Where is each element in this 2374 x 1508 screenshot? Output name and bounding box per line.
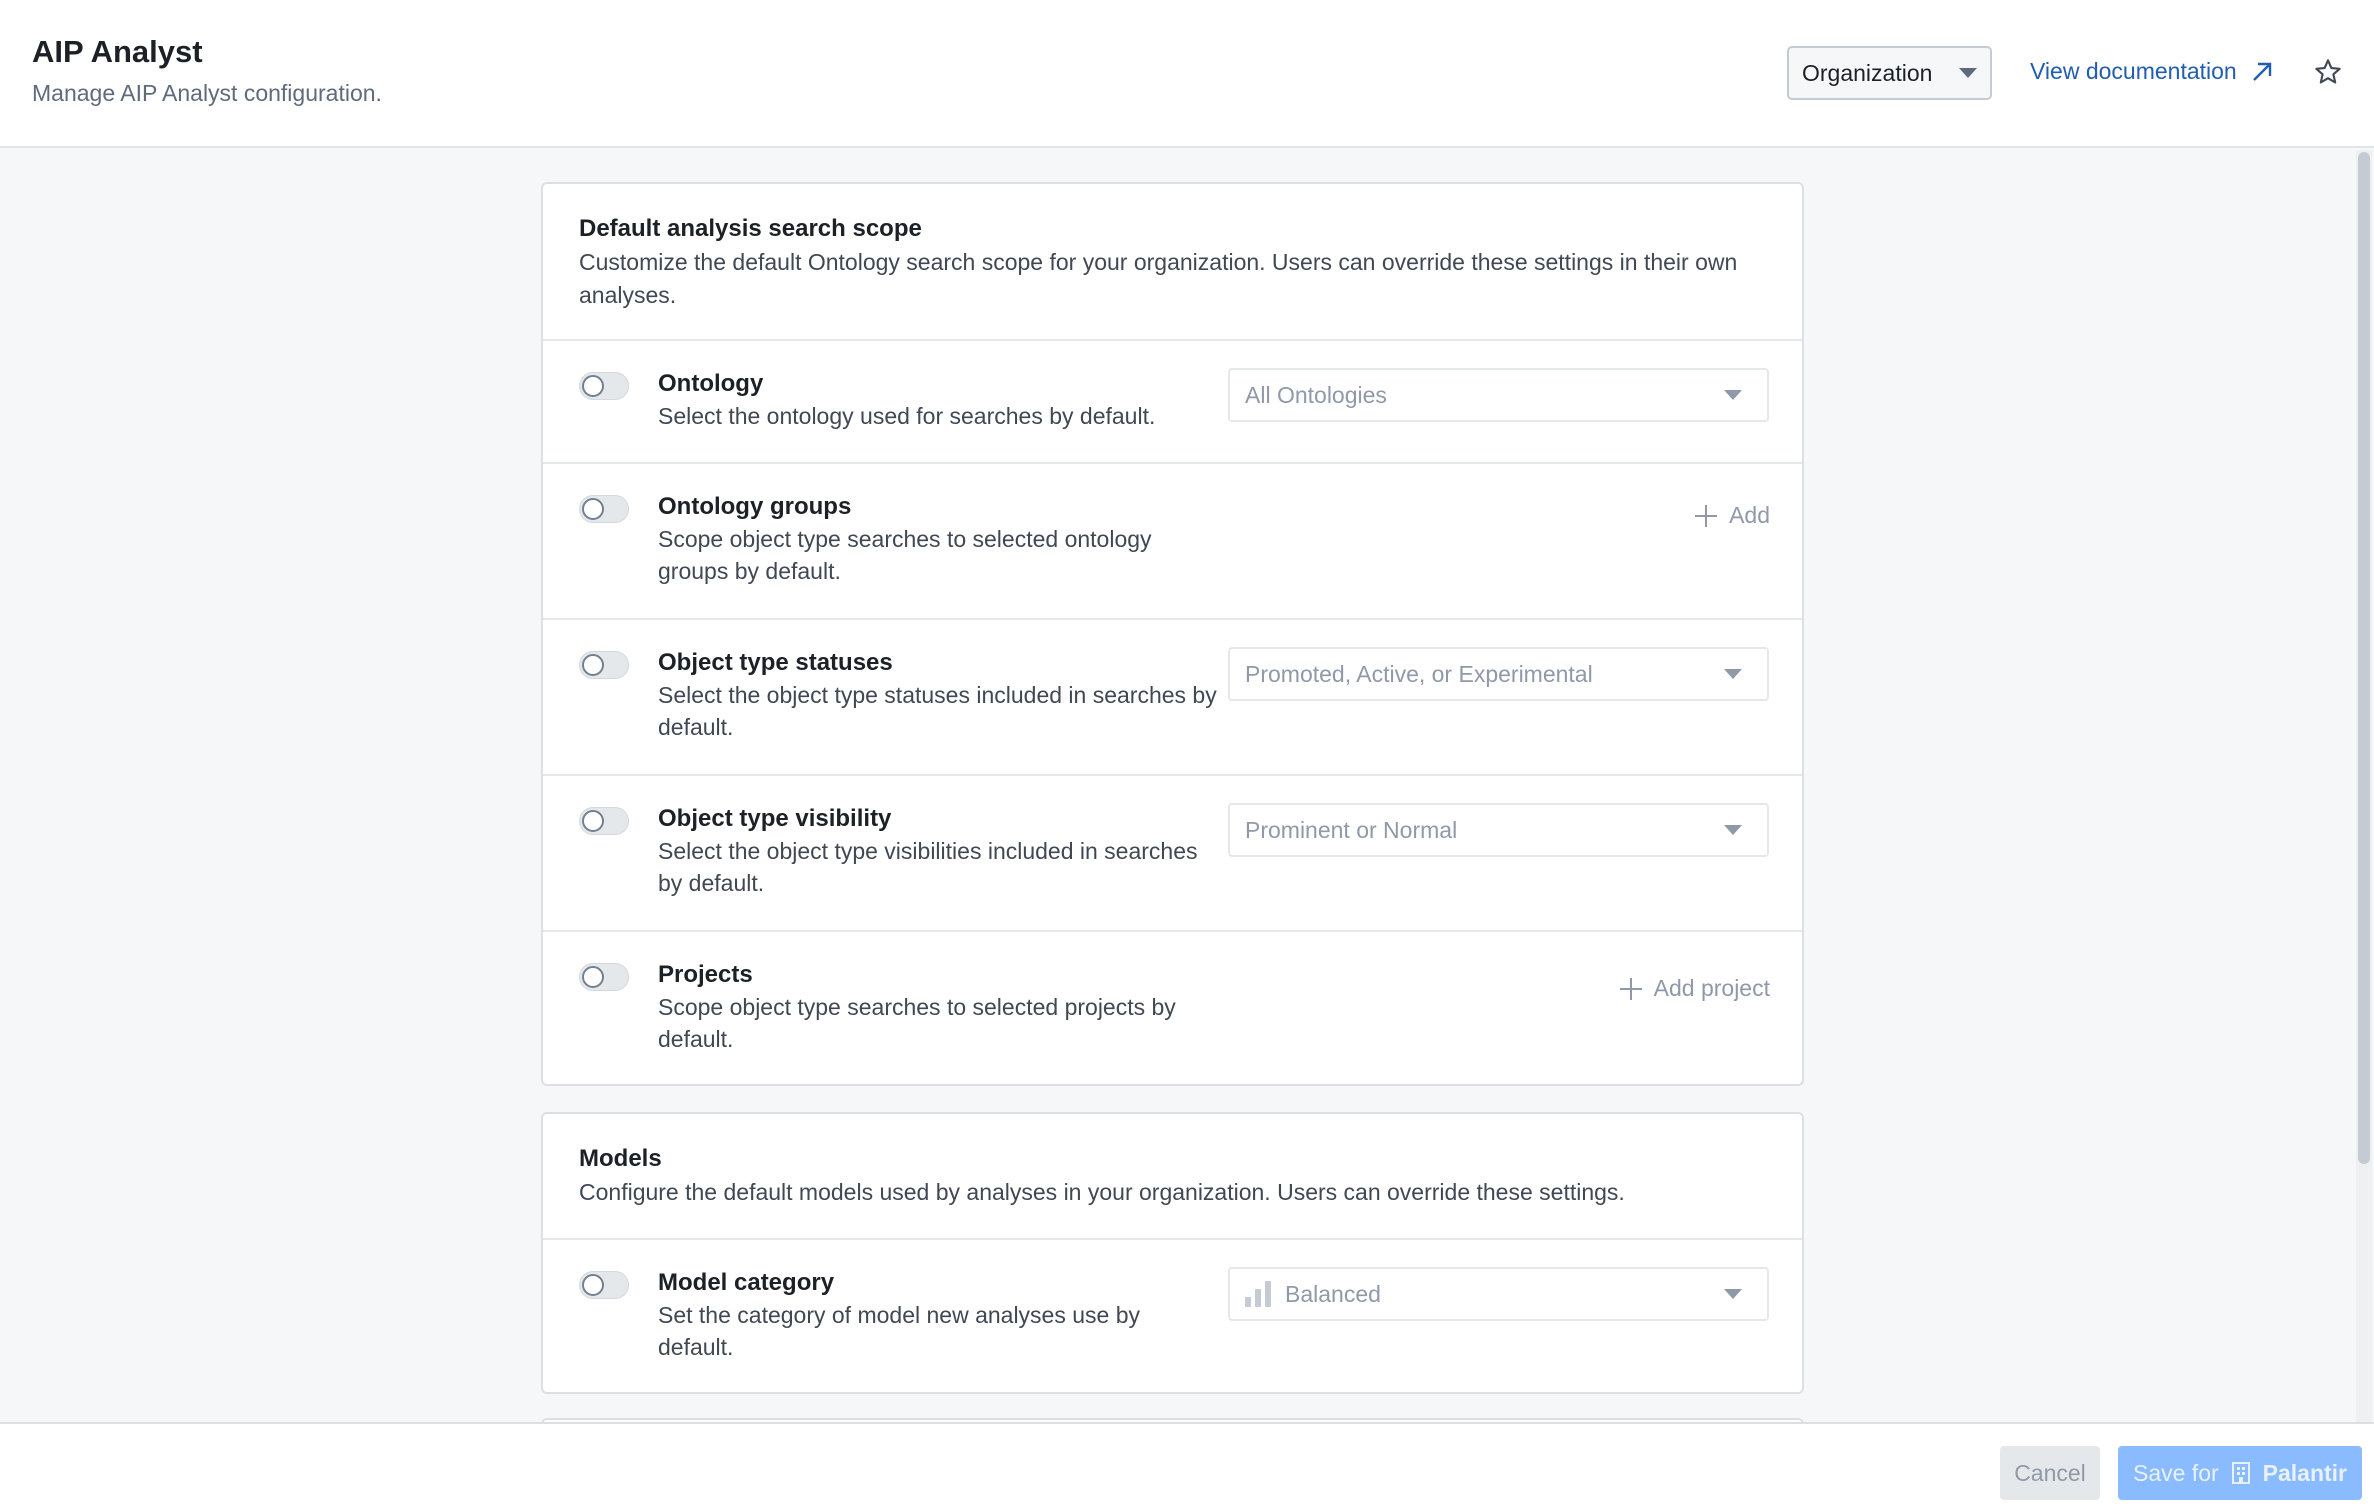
ontology-toggle[interactable] (579, 372, 629, 400)
view-documentation-label: View documentation (2030, 58, 2237, 84)
setting-description: Select the object type visibilities incl… (658, 838, 1198, 896)
save-org-name: Palantir (2262, 1459, 2348, 1486)
ontology-select-value: All Ontologies (1245, 381, 1387, 408)
setting-title: Ontology (658, 370, 764, 397)
ontology-select[interactable]: All Ontologies (1228, 368, 1769, 422)
object-type-statuses-toggle[interactable] (579, 651, 629, 679)
scope-select[interactable]: Organization (1787, 46, 1992, 100)
building-icon (2231, 1462, 2250, 1484)
projects-toggle[interactable] (579, 963, 629, 991)
statuses-select-value: Promoted, Active, or Experimental (1245, 660, 1593, 687)
setting-title: Model category (658, 1269, 835, 1296)
caret-down-icon (1724, 825, 1742, 835)
setting-row-model-category: Model category Set the category of model… (543, 1238, 1802, 1392)
setting-row-ontology: Ontology Select the ontology used for se… (543, 339, 1802, 462)
add-ontology-group-button[interactable]: Add (1695, 502, 1770, 529)
save-label: Save for (2132, 1459, 2219, 1486)
page-header: AIP Analyst Manage AIP Analyst configura… (0, 0, 2374, 148)
footer-bar: Cancel Save for Palantir (0, 1422, 2374, 1508)
favorite-star-icon[interactable] (2314, 58, 2342, 86)
object-type-visibility-select[interactable]: Prominent or Normal (1228, 803, 1769, 857)
caret-down-icon (1724, 669, 1742, 679)
models-card: Models Configure the default models used… (541, 1112, 1804, 1394)
page-title: AIP Analyst (32, 34, 203, 69)
model-category-select[interactable]: Balanced (1228, 1267, 1769, 1321)
setting-row-object-type-statuses: Object type statuses Select the object t… (543, 618, 1802, 774)
plus-icon (1619, 977, 1642, 1000)
search-scope-card: Default analysis search scope Customize … (541, 182, 1804, 1086)
setting-title: Ontology groups (658, 493, 852, 520)
caret-down-icon (1959, 68, 1977, 78)
visibility-select-value: Prominent or Normal (1245, 816, 1458, 843)
setting-row-ontology-groups: Ontology groups Scope object type search… (543, 462, 1802, 618)
bar-chart-icon (1245, 1281, 1271, 1307)
add-project-button[interactable]: Add project (1619, 975, 1770, 1002)
setting-row-object-type-visibility: Object type visibility Select the object… (543, 774, 1802, 930)
object-type-statuses-select[interactable]: Promoted, Active, or Experimental (1228, 647, 1769, 701)
setting-description: Select the ontology used for searches by… (658, 403, 1156, 429)
external-link-icon (2252, 62, 2271, 81)
caret-down-icon (1724, 1289, 1742, 1299)
cancel-button[interactable]: Cancel (2000, 1446, 2100, 1500)
caret-down-icon (1724, 390, 1742, 400)
search-scope-title: Default analysis search scope (579, 215, 922, 242)
model-category-toggle[interactable] (579, 1271, 629, 1299)
ontology-groups-toggle[interactable] (579, 495, 629, 523)
model-category-value: Balanced (1285, 1280, 1381, 1307)
object-type-visibility-toggle[interactable] (579, 807, 629, 835)
setting-row-projects: Projects Scope object type searches to s… (543, 930, 1802, 1084)
setting-description: Scope object type searches to selected o… (658, 526, 1152, 584)
view-documentation-link[interactable]: View documentation (2030, 58, 2273, 85)
setting-description: Scope object type searches to selected p… (658, 994, 1176, 1052)
add-project-label: Add project (1653, 975, 1770, 1001)
plus-icon (1695, 504, 1718, 527)
scrollbar-thumb[interactable] (2358, 152, 2370, 1164)
setting-title: Object type statuses (658, 649, 893, 676)
search-scope-description: Customize the default Ontology search sc… (579, 249, 1738, 308)
scope-select-value: Organization (1802, 59, 1933, 86)
scrollbar[interactable] (2356, 150, 2372, 1422)
setting-description: Select the object type statuses included… (658, 682, 1217, 740)
page-subtitle: Manage AIP Analyst configuration. (32, 80, 382, 106)
setting-description: Set the category of model new analyses u… (658, 1302, 1141, 1360)
add-button-label: Add (1729, 502, 1770, 528)
models-title: Models (579, 1145, 662, 1172)
save-button[interactable]: Save for Palantir (2118, 1446, 2362, 1500)
models-description: Configure the default models used by ana… (579, 1179, 1625, 1205)
setting-title: Object type visibility (658, 805, 892, 832)
setting-title: Projects (658, 961, 753, 988)
